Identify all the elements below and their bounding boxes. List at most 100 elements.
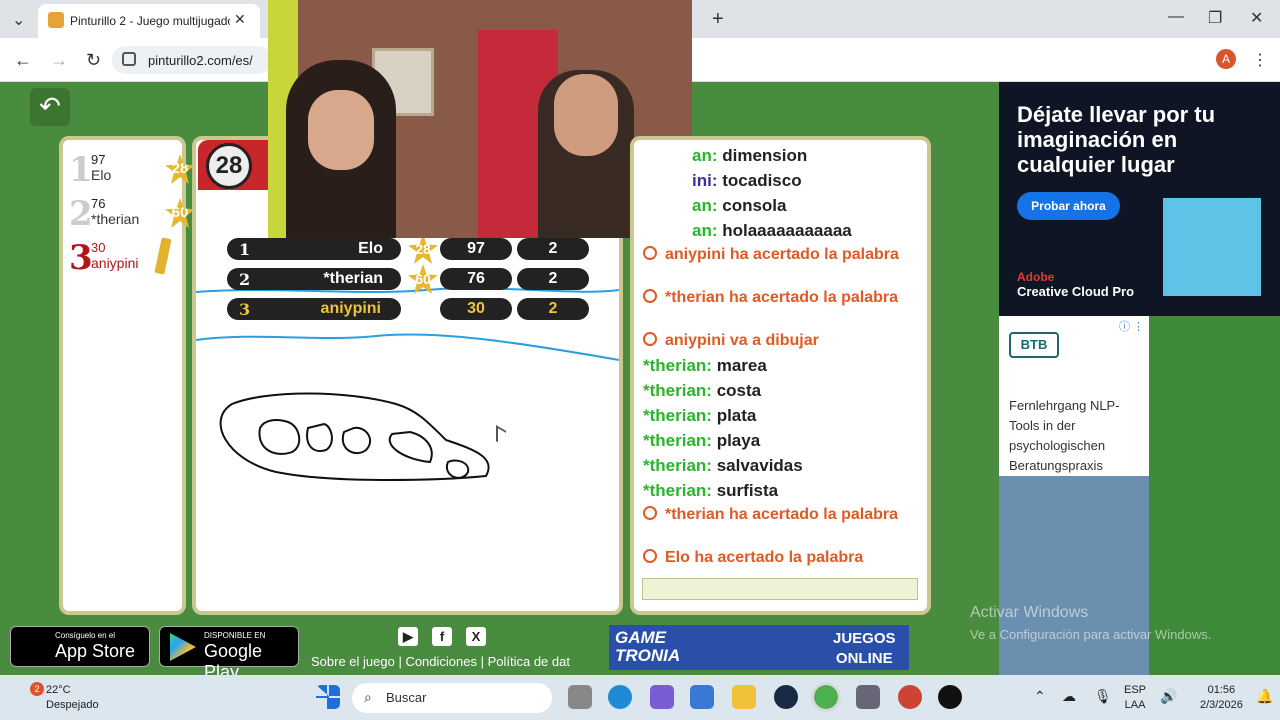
chat-message: *therian: costa [643, 381, 761, 401]
store-icon[interactable] [690, 685, 714, 709]
scoreboard-points: 76 [440, 268, 512, 290]
scoreboard-count: 2 [517, 238, 589, 260]
menu-icon[interactable]: ⋮ [1252, 50, 1268, 70]
weather-text: Despejado [46, 699, 99, 711]
address-bar[interactable]: pinturillo2.com/es/ [112, 46, 272, 74]
favicon-icon [48, 12, 64, 28]
store-big-text: App Store [55, 641, 136, 661]
footer-links[interactable]: Sobre el juego | Condiciones | Política … [311, 654, 573, 669]
facebook-icon[interactable]: f [432, 627, 452, 646]
tab-search-icon[interactable]: ⌄ [12, 10, 25, 30]
system-text: *therian ha acertado la palabra [665, 506, 898, 523]
gametronia-banner[interactable]: GAME TRONIA JUEGOS ONLINE [609, 625, 909, 670]
close-window-icon[interactable]: ✕ [1250, 8, 1263, 28]
weather-widget[interactable]: 2 22°C Despejado [10, 682, 99, 713]
date: 2/3/2026 [1200, 699, 1243, 711]
scoreboard-name: Elo [358, 240, 383, 257]
system-text: Elo ha acertado la palabra [665, 549, 864, 566]
maximize-icon[interactable]: ❐ [1208, 8, 1222, 28]
browser-tab[interactable]: Pinturillo 2 - Juego multijugador ✕ [38, 4, 260, 38]
btb-ad[interactable]: ⓘ ⋮ BTB Fernlehrgang NLP-Tools in der ps… [999, 316, 1149, 676]
chat-message: an: dimension [692, 146, 807, 166]
player-rank: 1 [69, 150, 93, 190]
settings-icon[interactable] [856, 685, 880, 709]
player-name: aniypini [91, 255, 139, 271]
system-message: Elo ha acertado la palabra [643, 549, 913, 567]
weather-badge: 2 [30, 682, 44, 696]
play-icon [170, 633, 196, 661]
new-tab-icon[interactable]: + [712, 8, 724, 31]
chat-text: tocadisco [722, 171, 802, 190]
network-icon[interactable]: ☁ [1062, 688, 1076, 705]
search-icon: ⌕ [364, 689, 372, 705]
task-view-icon[interactable] [568, 685, 592, 709]
chat-input[interactable] [642, 578, 918, 600]
tray-chevron-icon[interactable]: ⌃ [1034, 688, 1046, 705]
youtube-icon[interactable]: ▶ [398, 627, 418, 646]
steam-icon[interactable] [774, 685, 798, 709]
ad-info-icon[interactable]: ⓘ ⋮ [1119, 318, 1144, 334]
explorer-icon[interactable] [732, 685, 756, 709]
player-name: *therian [91, 211, 140, 227]
star-icon [643, 289, 657, 303]
wave-line [196, 333, 619, 361]
forward-icon[interactable]: → [50, 50, 68, 71]
scoreboard-row: 3 aniypini [227, 298, 401, 320]
taskbar-search[interactable]: ⌕ Buscar [352, 683, 552, 713]
system-message: aniypini va a dibujar [643, 332, 913, 350]
window-shape [388, 430, 433, 464]
close-tab-icon[interactable]: ✕ [234, 11, 246, 28]
star-badge-icon: 60 [165, 198, 195, 228]
chat-user: *therian: [643, 456, 712, 475]
app-icon[interactable] [898, 685, 922, 709]
scoreboard-rank: 1 [239, 240, 251, 259]
face [554, 74, 618, 156]
window-shape [306, 422, 333, 452]
volume-icon[interactable]: 🔊 [1160, 688, 1177, 705]
notifications-icon[interactable]: 🔔 [1256, 688, 1273, 705]
store-small-text: DISPONIBLE EN [204, 631, 266, 640]
mic-icon[interactable]: 🎙 [1094, 688, 1112, 705]
chrome-icon[interactable] [811, 682, 841, 712]
chat-message: *therian: playa [643, 431, 760, 451]
chat-user: *therian: [643, 406, 712, 425]
exit-room-button[interactable]: ↶ [30, 88, 70, 126]
star-icon [643, 506, 657, 520]
star-icon [643, 246, 657, 260]
player-row: 2 76 *therian 60 [67, 192, 195, 236]
google-play-button[interactable]: DISPONIBLE EN Google Play [159, 626, 299, 682]
ad-text: Fernlehrgang NLP-Tools in der psychologi… [1009, 398, 1120, 473]
activate-windows-text: Ve a Configuración para activar Windows. [970, 627, 1212, 642]
reload-icon[interactable]: ↻ [86, 50, 101, 71]
app-store-button[interactable]: Consíguelo en el App Store [10, 626, 150, 667]
scoreboard-count: 2 [517, 298, 589, 320]
site-info-icon[interactable] [122, 52, 136, 66]
player-rank: 2 [69, 194, 93, 234]
scoreboard-name: aniypini [320, 300, 381, 317]
system-message: *therian ha acertado la palabra [643, 506, 913, 524]
x-icon[interactable]: X [466, 627, 486, 646]
language-indicator[interactable]: ESP LAA [1124, 683, 1146, 713]
adobe-ad[interactable]: Déjate llevar por tu imaginación en cual… [999, 82, 1280, 316]
scoreboard-row: 1 Elo [227, 238, 401, 260]
clock[interactable]: 01:56 2/3/2026 [1200, 683, 1243, 713]
system-text: aniypini va a dibujar [665, 332, 819, 349]
juegos-online-text: JUEGOS ONLINE [833, 630, 896, 667]
taskbar [0, 675, 1280, 720]
drawing-canvas[interactable] [196, 240, 619, 610]
scoreboard-name: *therian [323, 270, 383, 287]
system-text: *therian ha acertado la palabra [665, 289, 898, 306]
edge-icon[interactable] [608, 685, 632, 709]
back-icon[interactable]: ← [14, 50, 32, 71]
try-now-button[interactable]: Probar ahora [1017, 192, 1120, 220]
chat-message: *therian: surfista [643, 481, 778, 501]
scoreboard-points: 97 [440, 238, 512, 260]
star-icon [643, 549, 657, 563]
gametronia-logo: GAME TRONIA [615, 628, 681, 665]
m365-icon[interactable] [650, 685, 674, 709]
system-text: aniypini ha acertado la palabra [665, 246, 899, 263]
profile-avatar[interactable]: A [1216, 49, 1236, 69]
tab-title: Pinturillo 2 - Juego multijugador [70, 14, 230, 28]
chat-app-icon[interactable] [938, 685, 962, 709]
minimize-icon[interactable]: — [1168, 8, 1184, 26]
